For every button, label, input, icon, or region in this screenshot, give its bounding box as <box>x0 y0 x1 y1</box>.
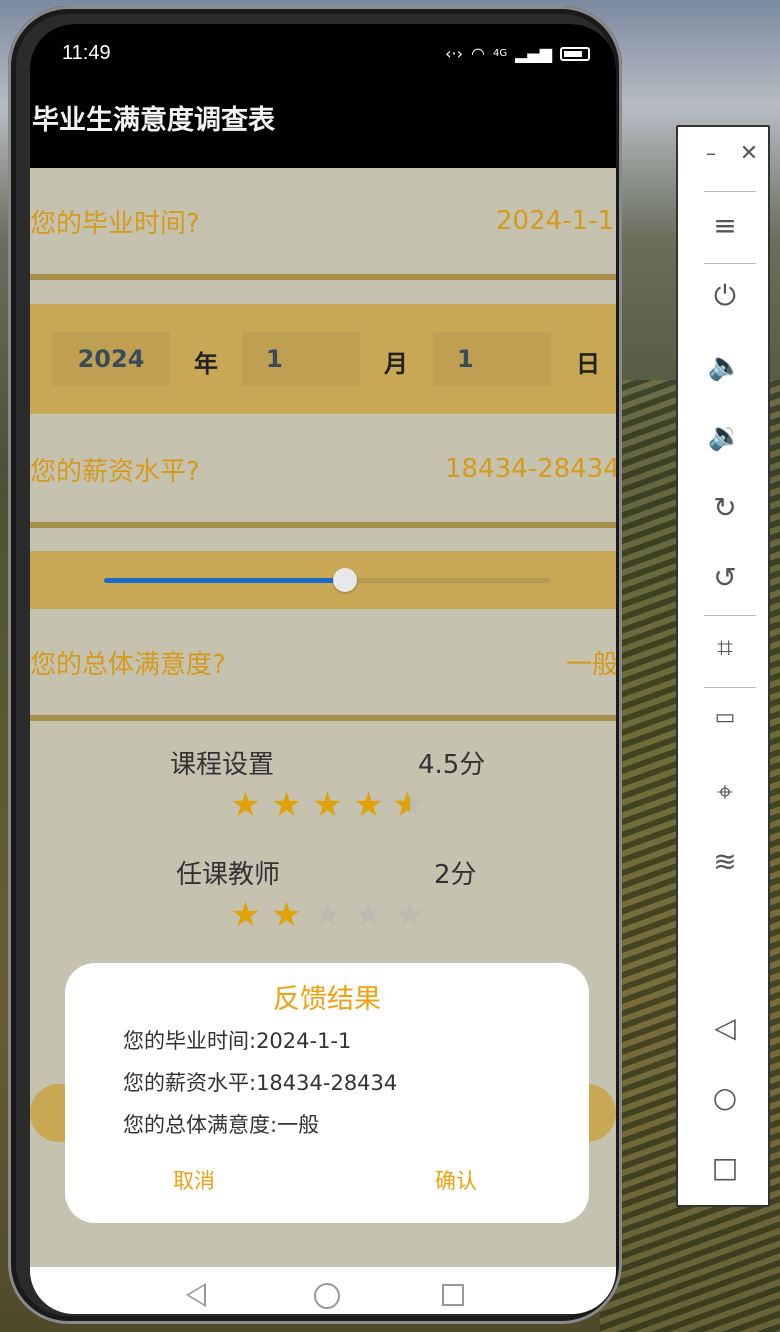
volume-up-icon[interactable]: 🔈 <box>678 349 772 382</box>
day-field[interactable]: 1 <box>433 332 551 386</box>
salary-row[interactable]: 您的薪资水平? 18434-28434 <box>30 416 616 522</box>
volume-down-icon[interactable]: 🔉 <box>678 419 772 452</box>
home-icon[interactable] <box>314 1283 340 1309</box>
star-icon[interactable]: ★ <box>228 898 263 932</box>
dialog-line: 您的毕业时间:2024-1-1 <box>123 1029 352 1053</box>
star-rating[interactable]: ★ ★ ★ ★ ★ <box>228 788 427 822</box>
phone-screen: 11:49 ‹·› ◠ 4G ▂▄▆ 毕业生满意度调查表 您的毕业时间? 202… <box>30 24 616 1314</box>
divider <box>704 263 756 264</box>
dialog-line: 您的薪资水平:18434-28434 <box>123 1071 398 1095</box>
dialog-title: 反馈结果 <box>273 984 381 1015</box>
wifi-status-icon: ◠ <box>470 44 485 63</box>
result-dialog: 反馈结果 您的毕业时间:2024-1-1 您的薪资水平:18434-28434 … <box>65 963 589 1223</box>
battery-icon[interactable]: ▭ <box>678 705 772 730</box>
star-icon[interactable]: ★ <box>269 898 304 932</box>
star-icon[interactable]: ★ <box>392 788 427 822</box>
day-unit: 日 <box>576 350 600 378</box>
status-bar: 11:49 ‹·› ◠ 4G ▂▄▆ <box>30 24 616 88</box>
phone-frame: 11:49 ‹·› ◠ 4G ▂▄▆ 毕业生满意度调查表 您的毕业时间? 202… <box>8 6 622 1324</box>
emulator-toolbar: – ✕ ≡ ⏻ 🔈 🔉 ↻ ↺ ⌗ ▭ ⌖ ≋ ◁ ○ □ <box>676 125 770 1207</box>
cancel-button[interactable]: 取消 <box>173 1165 215 1195</box>
month-unit: 月 <box>384 350 408 378</box>
status-icons: ‹·› ◠ 4G ▂▄▆ <box>445 44 590 63</box>
signal-icon: ▂▄▆ <box>515 44 552 63</box>
divider <box>30 715 616 721</box>
star-icon[interactable]: ★ <box>269 788 304 822</box>
rating-name: 任课教师 <box>176 860 281 890</box>
month-field[interactable]: 1 <box>242 332 360 386</box>
system-nav-bar <box>30 1267 616 1314</box>
slider-fill <box>104 578 345 583</box>
power-icon[interactable]: ⏻ <box>678 279 772 313</box>
salary-value: 18434-28434 <box>445 454 616 484</box>
nfc-icon: ‹·› <box>445 44 463 63</box>
salary-slider-panel <box>30 551 616 609</box>
rating-name: 课程设置 <box>170 750 275 780</box>
slider-thumb[interactable] <box>332 568 357 592</box>
confirm-button[interactable]: 确认 <box>435 1165 477 1195</box>
star-icon[interactable]: ★ <box>351 898 386 932</box>
rating-score: 2分 <box>434 860 477 890</box>
status-time: 11:49 <box>62 42 111 64</box>
app-title: 毕业生满意度调查表 <box>30 88 616 168</box>
star-icon[interactable]: ★ <box>228 788 263 822</box>
divider <box>704 191 756 192</box>
divider <box>704 615 756 616</box>
star-icon[interactable]: ★ <box>310 898 345 932</box>
star-icon[interactable]: ★ <box>351 788 386 822</box>
back-icon[interactable]: ◁ <box>678 1011 772 1044</box>
divider <box>30 274 616 280</box>
date-picker: 2024 年 1 月 1 日 <box>30 304 616 414</box>
star-rating[interactable]: ★ ★ ★ ★ ★ <box>228 898 427 932</box>
star-icon[interactable]: ★ <box>310 788 345 822</box>
rotate-left-icon[interactable]: ↺ <box>678 561 772 594</box>
rating-score: 4.5分 <box>418 750 486 780</box>
satisfaction-value: 一般 <box>566 649 616 680</box>
salary-slider[interactable] <box>104 568 550 592</box>
star-icon[interactable]: ★ <box>392 898 427 932</box>
graduation-value: 2024-1-1 <box>496 206 615 236</box>
divider <box>30 522 616 528</box>
crop-icon[interactable]: ⌗ <box>678 631 772 665</box>
satisfaction-question: 您的总体满意度? <box>30 649 226 680</box>
year-field[interactable]: 2024 <box>52 332 170 386</box>
location-icon[interactable]: ⌖ <box>678 775 772 809</box>
graduation-row[interactable]: 您的毕业时间? 2024-1-1 <box>30 168 616 274</box>
back-icon[interactable] <box>186 1283 206 1307</box>
menu-icon[interactable]: ≡ <box>678 209 772 242</box>
salary-question: 您的薪资水平? <box>30 456 200 487</box>
battery-status-icon <box>560 46 590 61</box>
recents-icon[interactable] <box>442 1284 464 1306</box>
close-icon[interactable]: ✕ <box>702 141 780 166</box>
network-label: 4G <box>492 48 508 59</box>
dialog-line: 您的总体满意度:一般 <box>123 1113 320 1137</box>
satisfaction-row[interactable]: 您的总体满意度? 一般 <box>30 609 616 715</box>
home-icon[interactable]: ○ <box>678 1081 772 1114</box>
recents-icon[interactable]: □ <box>678 1151 772 1184</box>
wifi-icon[interactable]: ≋ <box>678 845 772 878</box>
graduation-question: 您的毕业时间? <box>30 208 200 239</box>
year-unit: 年 <box>194 350 218 378</box>
divider <box>704 687 756 688</box>
rotate-right-icon[interactable]: ↻ <box>678 491 772 524</box>
